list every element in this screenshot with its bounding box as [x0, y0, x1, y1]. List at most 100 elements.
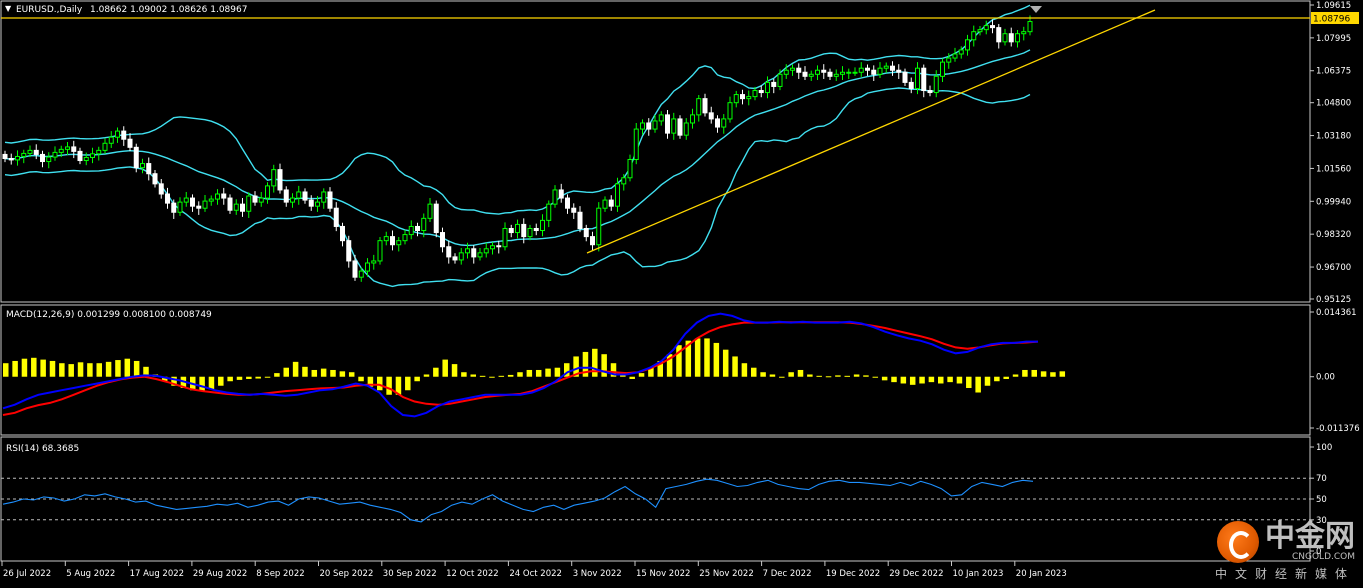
macd-hist-bar	[292, 361, 299, 377]
macd-hist-bar	[517, 372, 523, 377]
macd-hist-bar	[255, 376, 261, 379]
macd-hist-bar	[891, 376, 897, 383]
macd-hist-bar	[133, 360, 140, 377]
macd-hist-bar	[966, 376, 972, 388]
candle	[133, 143, 139, 173]
date-tick-label: 25 Nov 2022	[699, 569, 753, 579]
trading-chart[interactable]: ▼ EURUSD.,Daily 1.08662 1.09002 1.08626 …	[0, 0, 1363, 588]
candle	[633, 122, 639, 165]
date-tick-label: 20 Jan 2023	[1016, 569, 1067, 579]
macd-hist-bar	[3, 363, 9, 377]
macd-hist-bar	[881, 376, 888, 381]
macd-hist-bar	[21, 358, 28, 377]
ohlc-values: 1.08662 1.09002 1.08626 1.08967	[90, 5, 247, 15]
price-tick-label: 1.06375	[1316, 67, 1351, 77]
macd-hist-bar	[844, 375, 850, 377]
macd-hist-bar	[433, 367, 439, 377]
macd-hist-bar	[1040, 371, 1047, 377]
macd-hist-bar	[199, 376, 205, 392]
macd-hist-bar	[760, 372, 766, 377]
date-tick-label: 15 Nov 2022	[636, 569, 690, 579]
price-tick-label: 1.01560	[1316, 164, 1351, 174]
macd-hist-bar	[451, 364, 458, 377]
macd-hist-bar	[1022, 369, 1028, 377]
macd-hist-bar	[601, 354, 607, 377]
macd-hist-bar	[1031, 369, 1037, 377]
macd-hist-bar	[741, 363, 748, 377]
chart-header: ▼ EURUSD.,Daily 1.08662 1.09002 1.08626 …	[5, 4, 247, 15]
macd-hist-bar	[105, 361, 112, 377]
macd-hist-bar	[274, 373, 280, 377]
macd-hist-bar	[956, 376, 963, 384]
macd-hist-bar	[1059, 371, 1066, 377]
macd-hist-bar	[461, 372, 467, 377]
macd-tick-label: 0.014361	[1316, 308, 1357, 318]
price-tick-label: 0.98320	[1316, 230, 1351, 240]
macd-hist-bar	[535, 369, 542, 377]
macd-hist-bar	[704, 338, 710, 377]
macd-hist-bar	[1012, 374, 1019, 377]
macd-hist-bar	[825, 376, 832, 378]
macd-hist-bar	[479, 375, 486, 377]
current-price-tag: 1.08796	[1311, 12, 1359, 25]
price-tick-label: 1.03180	[1316, 132, 1351, 142]
date-tick-label: 3 Nov 2022	[573, 569, 622, 579]
macd-hist-bar	[909, 376, 916, 385]
macd-hist-bar	[31, 357, 37, 377]
macd-hist-bar	[638, 373, 645, 377]
macd-hist-bar	[423, 374, 430, 377]
macd-hist-bar	[302, 366, 308, 377]
macd-hist-bar	[984, 376, 991, 386]
macd-hist-bar	[311, 369, 318, 377]
macd-tick-label: 0.00	[1316, 373, 1335, 383]
date-tick-label: 10 Jan 2023	[953, 569, 1004, 579]
macd-hist-bar	[330, 369, 336, 377]
date-tick-label: 8 Sep 2022	[256, 569, 304, 579]
macd-hist-bar	[797, 369, 804, 377]
macd-hist-bar	[470, 374, 476, 377]
macd-hist-bar	[900, 376, 907, 384]
macd-hist-bar	[348, 372, 355, 377]
macd-hist-bar	[807, 374, 813, 377]
price-tick-label: 1.04800	[1316, 99, 1351, 109]
macd-hist-bar	[320, 368, 327, 377]
macd-hist-bar	[853, 374, 860, 377]
macd-hist-bar	[498, 375, 505, 377]
macd-hist-bar	[386, 376, 392, 395]
macd-hist-bar	[377, 376, 383, 391]
macd-hist-bar	[928, 376, 935, 383]
macd-hist-bar	[1003, 376, 1009, 379]
candle	[596, 202, 602, 252]
macd-hist-bar	[507, 374, 514, 377]
macd-hist-bar	[872, 376, 879, 378]
date-tick-label: 29 Aug 2022	[193, 569, 247, 579]
macd-hist-bar	[77, 362, 84, 377]
date-tick-label: 19 Dec 2022	[826, 569, 880, 579]
macd-hist-bar	[489, 376, 495, 378]
macd-hist-bar	[218, 376, 224, 386]
macd-hist-bar	[115, 360, 121, 377]
macd-hist-bar	[732, 356, 738, 377]
macd-hist-bar	[236, 376, 243, 380]
macd-hist-bar	[816, 375, 822, 377]
macd-hist-bar	[96, 363, 102, 377]
date-tick-label: 5 Aug 2022	[66, 569, 115, 579]
macd-hist-bar	[694, 338, 701, 377]
macd-hist-bar	[938, 376, 944, 384]
macd-hist-bar	[124, 358, 131, 377]
macd-hist-bar	[227, 376, 233, 382]
date-tick-label: 26 Jul 2022	[3, 569, 51, 579]
macd-hist-bar	[863, 375, 869, 377]
date-tick-label: 29 Dec 2022	[889, 569, 943, 579]
macd-hist-bar	[246, 376, 252, 379]
macd-hist-bar	[722, 349, 729, 377]
macd-tick-label: -0.011376	[1316, 424, 1360, 434]
macd-hist-bar	[545, 368, 551, 377]
macd-hist-bar	[12, 360, 18, 377]
date-tick-label: 24 Oct 2022	[509, 569, 562, 579]
rsi-tick-label: 50	[1316, 495, 1327, 505]
macd-hist-bar	[592, 348, 598, 377]
date-tick-label: 12 Oct 2022	[446, 569, 499, 579]
header-menu-icon[interactable]: ▼	[5, 4, 12, 13]
macd-hist-bar	[40, 359, 46, 377]
